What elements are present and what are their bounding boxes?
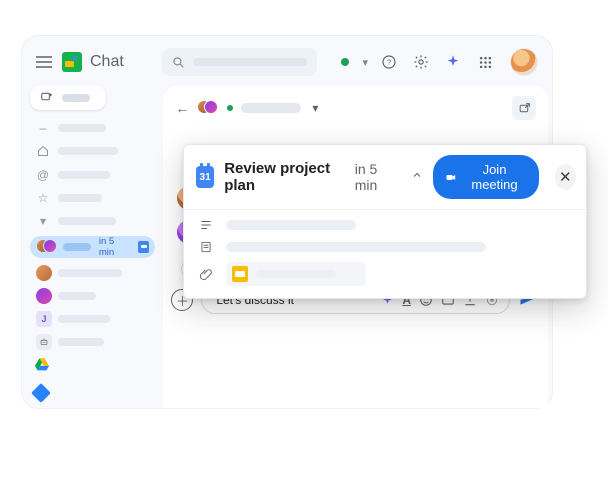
sidebar-event-time: in 5 min bbox=[99, 236, 130, 258]
space-badge-icon: J bbox=[36, 311, 52, 327]
sidebar-item[interactable]: – bbox=[30, 120, 155, 137]
conversation-header: ← ▾ bbox=[163, 86, 548, 128]
event-title: Review project plan bbox=[224, 160, 341, 194]
presence-dot-icon bbox=[227, 105, 233, 111]
conversation-title-placeholder bbox=[241, 103, 301, 113]
sidebar-section[interactable]: ▾ bbox=[30, 213, 155, 230]
attachment-icon bbox=[198, 267, 214, 281]
sidebar-item-mentions[interactable]: @ bbox=[30, 166, 155, 183]
sidebar-item-dm[interactable] bbox=[30, 264, 155, 281]
sidebar-item-selected-conversation[interactable]: in 5 min bbox=[30, 236, 155, 258]
sidebar-item-space[interactable]: J bbox=[30, 310, 155, 327]
mention-icon: @ bbox=[36, 168, 50, 182]
presence-active-icon[interactable] bbox=[341, 58, 349, 66]
apps-grid-button[interactable] bbox=[474, 55, 496, 70]
new-chat-button[interactable] bbox=[30, 86, 106, 110]
drive-icon bbox=[34, 357, 50, 371]
popout-icon bbox=[518, 102, 531, 115]
sidebar-item-starred[interactable]: ☆ bbox=[30, 189, 155, 206]
chevron-down-icon: ▾ bbox=[36, 214, 50, 228]
presence-dropdown-icon[interactable]: ▾ bbox=[362, 56, 368, 69]
chat-logo-icon bbox=[62, 52, 82, 72]
slides-file-icon bbox=[232, 266, 248, 282]
sidebar-item-bot[interactable] bbox=[30, 334, 155, 351]
settings-button[interactable] bbox=[410, 54, 432, 70]
popout-button[interactable] bbox=[512, 96, 536, 120]
event-description-row bbox=[198, 218, 576, 232]
topbar: Chat ▾ ? bbox=[22, 36, 552, 86]
sidebar-item-dm[interactable] bbox=[30, 287, 155, 304]
event-header: 31 Review project plan in 5 min Join mee… bbox=[184, 145, 586, 209]
product-name: Chat bbox=[90, 53, 124, 71]
search-icon bbox=[172, 56, 185, 69]
sidebar-item-home[interactable] bbox=[30, 143, 155, 160]
meeting-event-popup: 31 Review project plan in 5 min Join mee… bbox=[183, 144, 587, 299]
join-meeting-label: Join meeting bbox=[465, 162, 525, 192]
sidebar-app-drive[interactable] bbox=[34, 357, 155, 376]
event-body bbox=[184, 209, 586, 298]
star-outline-icon: ☆ bbox=[36, 191, 50, 205]
video-camera-icon bbox=[445, 170, 457, 185]
jira-icon bbox=[31, 383, 51, 403]
calendar-date-icon: 31 bbox=[196, 166, 214, 188]
ai-sparkle-button[interactable] bbox=[442, 54, 464, 70]
help-button[interactable]: ? bbox=[378, 54, 400, 70]
avatar-icon bbox=[36, 265, 52, 281]
search-bar[interactable] bbox=[162, 48, 318, 76]
account-avatar[interactable] bbox=[510, 48, 538, 76]
description-icon bbox=[198, 218, 214, 232]
calendar-badge-icon bbox=[138, 241, 149, 253]
avatar-pair-icon bbox=[36, 237, 55, 257]
home-icon bbox=[36, 145, 50, 157]
conversation-avatar-pair bbox=[197, 98, 219, 118]
conversation-dropdown-icon[interactable]: ▾ bbox=[312, 101, 318, 115]
event-notes-row bbox=[198, 240, 576, 254]
sidebar-app-jira[interactable] bbox=[34, 386, 155, 400]
event-collapse-icon[interactable] bbox=[411, 168, 423, 186]
dash-icon: – bbox=[36, 121, 50, 135]
svg-text:?: ? bbox=[387, 58, 391, 67]
join-meeting-button[interactable]: Join meeting bbox=[433, 155, 538, 199]
back-button[interactable]: ← bbox=[175, 100, 189, 116]
main-menu-button[interactable] bbox=[36, 56, 52, 68]
event-time: in 5 min bbox=[355, 161, 396, 193]
event-attachment-row bbox=[198, 262, 576, 286]
new-chat-icon bbox=[40, 91, 54, 105]
notes-icon bbox=[198, 240, 214, 254]
close-popup-button[interactable]: ✕ bbox=[555, 164, 577, 190]
sidebar: – @ ☆ ▾ in 5 min bbox=[22, 86, 163, 408]
event-attachment-chip[interactable] bbox=[226, 262, 366, 286]
bot-icon bbox=[36, 334, 52, 350]
avatar-icon bbox=[36, 288, 52, 304]
